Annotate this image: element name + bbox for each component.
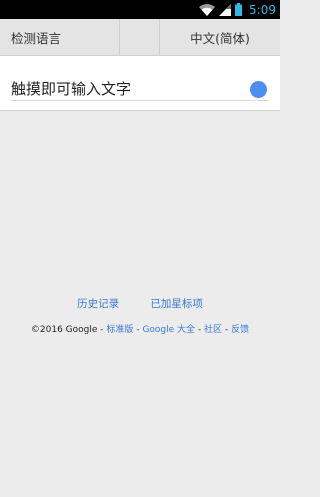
separator: - (197, 325, 202, 335)
status-time: 5:09 (249, 2, 276, 17)
battery-icon (235, 3, 243, 16)
history-link[interactable]: 历史记录 (77, 296, 119, 311)
target-language-button[interactable]: 中文(简体) (160, 19, 280, 55)
input-placeholder: 触摸即可输入文字 (11, 80, 132, 98)
separator: - (100, 325, 104, 335)
community-link[interactable]: 社区 (204, 325, 222, 335)
wifi-icon (199, 3, 216, 16)
footer-links: 历史记录 已加星标项 (0, 296, 280, 311)
source-language-label: 检测语言 (11, 30, 62, 46)
swap-languages-button[interactable] (120, 19, 160, 55)
language-bar: 检测语言 中文(简体) (0, 19, 280, 56)
source-language-button[interactable]: 检测语言 (0, 19, 120, 55)
target-language-label: 中文(简体) (190, 30, 250, 46)
footer-copyright-line: ©2016 Google - 标准版 - Google 大全 - 社区 - 反馈 (0, 322, 280, 335)
separator: - (136, 325, 140, 335)
copyright-text: ©2016 Google (30, 325, 98, 335)
feedback-link[interactable]: 反馈 (231, 325, 249, 335)
separator: - (224, 325, 229, 335)
status-bar: 5:09 (0, 0, 280, 19)
text-input-area[interactable]: 触摸即可输入文字 (0, 56, 280, 111)
input-underline (11, 100, 269, 101)
status-icons: 5:09 (199, 0, 276, 19)
standard-version-link[interactable]: 标准版 (106, 325, 133, 335)
signal-icon (219, 3, 232, 16)
google-all-link[interactable]: Google 大全 (142, 325, 195, 335)
starred-link[interactable]: 已加星标项 (150, 296, 203, 311)
handwriting-icon[interactable] (250, 81, 267, 98)
